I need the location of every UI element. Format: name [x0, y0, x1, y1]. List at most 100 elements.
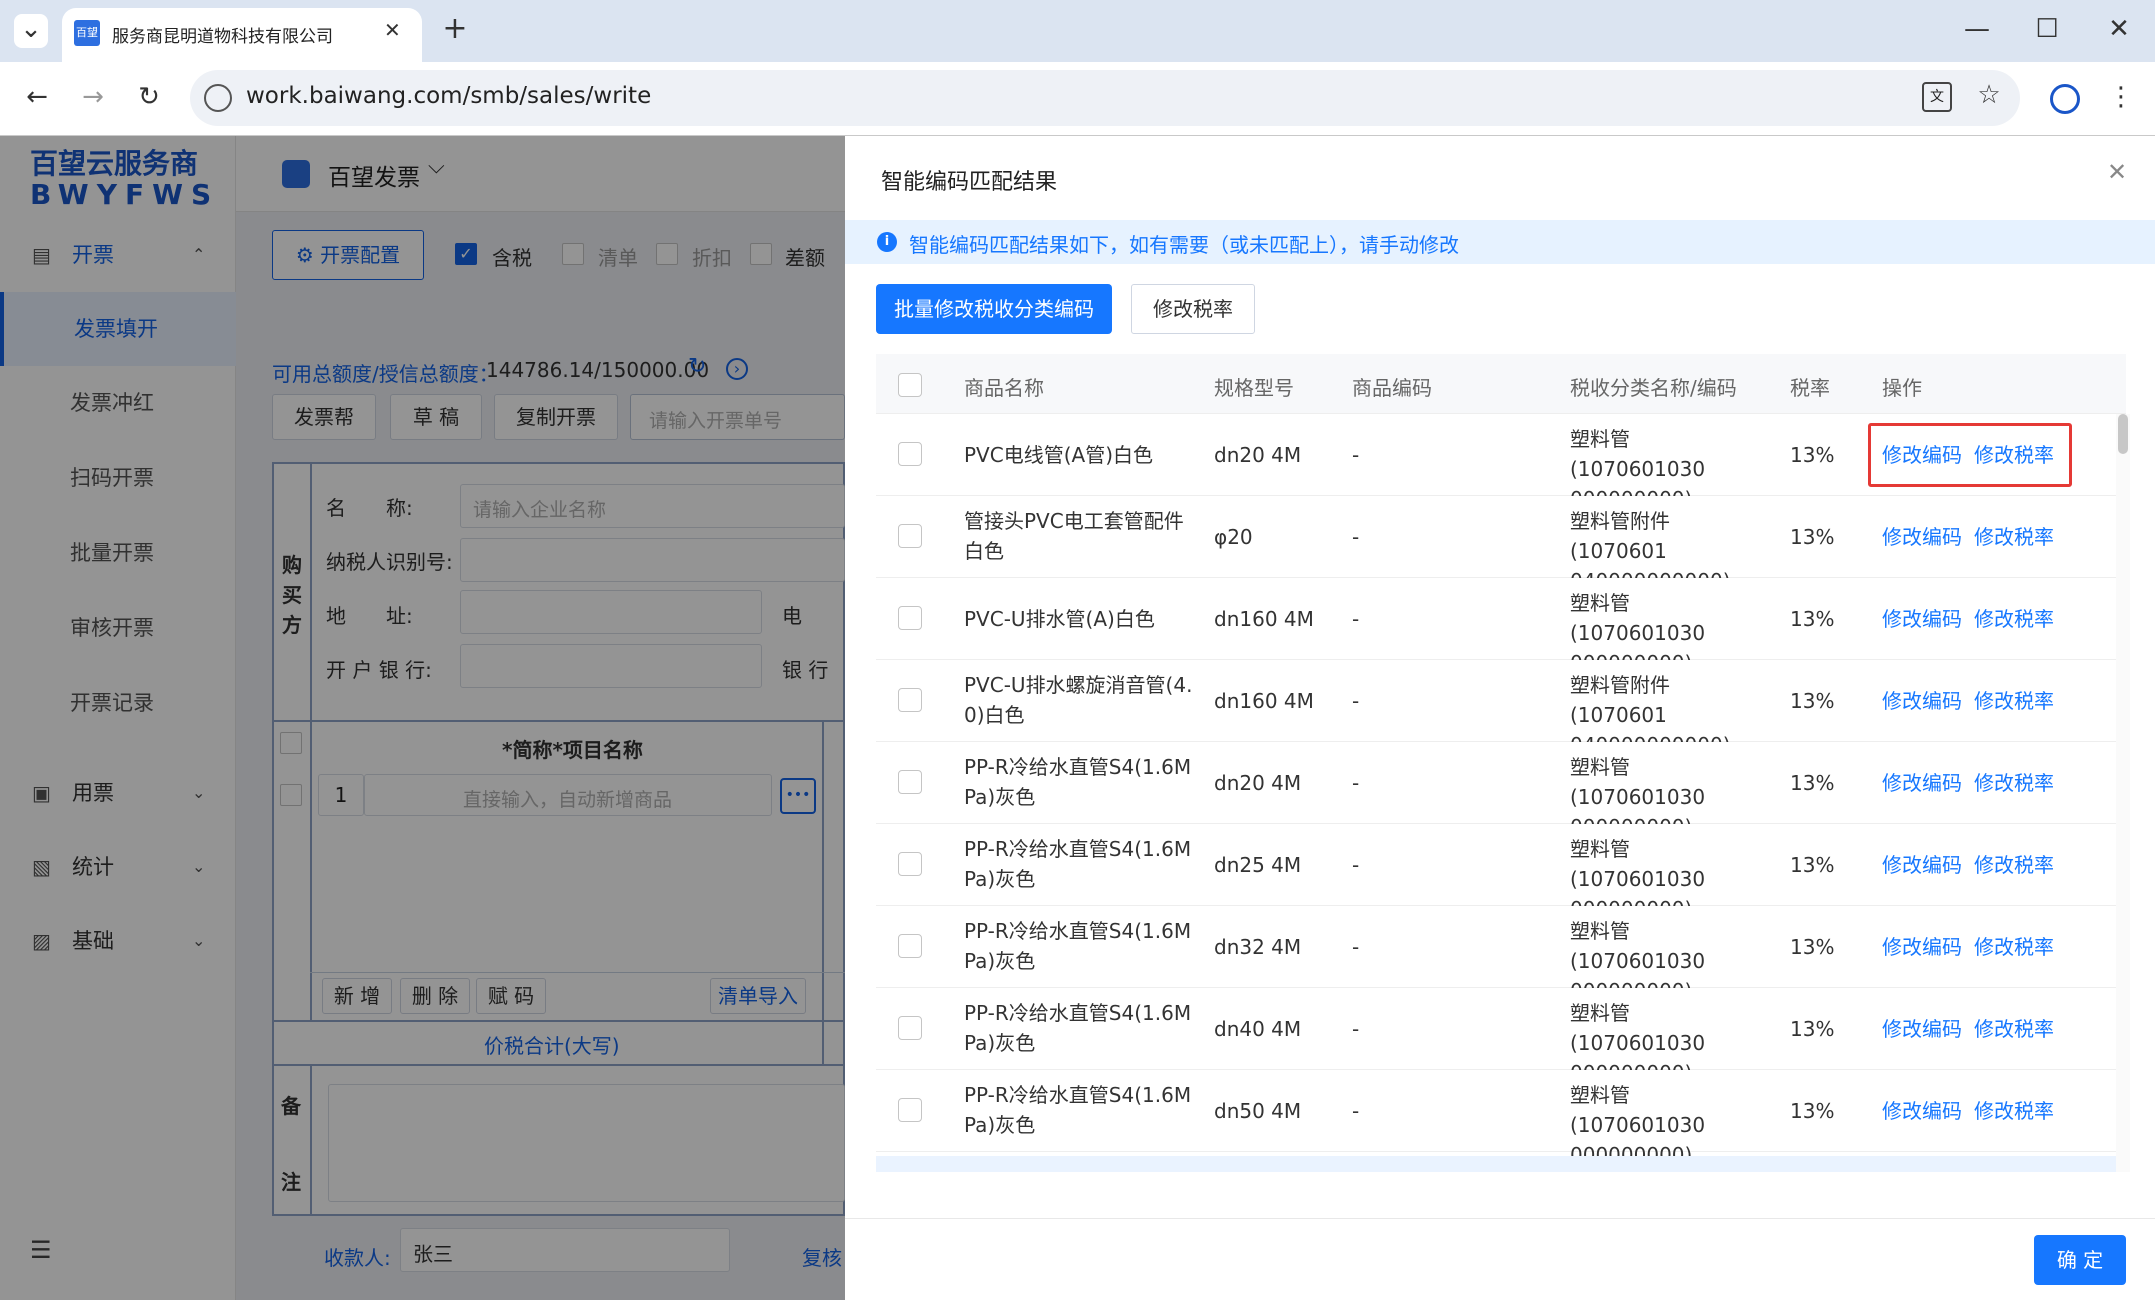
product-name: PP-R冷给水直管S4(1.6M Pa)灰色 — [964, 1083, 1192, 1137]
window-close-button[interactable]: ✕ — [2102, 14, 2136, 48]
tax-rate: 13% — [1790, 935, 1835, 959]
edit-rate-link[interactable]: 修改税率 — [1974, 768, 2054, 798]
edit-code-link[interactable]: 修改编码 — [1882, 1096, 1962, 1126]
edit-rate-link[interactable]: 修改税率 — [1974, 522, 2054, 552]
product-name: PVC电线管(A管)白色 — [964, 443, 1153, 467]
close-icon[interactable]: ✕ — [2107, 158, 2127, 186]
product-spec: φ20 — [1214, 525, 1253, 549]
info-alert: i 智能编码匹配结果如下，如有需要（或未匹配上），请手动修改 — [845, 220, 2155, 264]
tax-rate: 13% — [1790, 443, 1835, 467]
product-spec: dn20 4M — [1214, 443, 1302, 467]
new-tab-button[interactable]: + — [438, 14, 472, 48]
product-spec: dn40 4M — [1214, 1017, 1302, 1041]
forward-button[interactable]: → — [76, 82, 110, 116]
col-spec: 规格型号 — [1214, 376, 1294, 400]
table-row: PP-R冷给水直管S4(1.6M Pa)灰色 dn20 4M - 塑料管(1070601… — [876, 742, 2116, 839]
profile-icon[interactable] — [2050, 84, 2080, 114]
product-code: - — [1352, 935, 1360, 959]
product-name: PP-R冷给水直管S4(1.6M Pa)灰色 — [964, 919, 1192, 973]
product-name: PP-R冷给水直管S4(1.6M Pa)灰色 — [964, 837, 1192, 891]
modal-mask[interactable] — [0, 136, 845, 1300]
tax-rate: 13% — [1790, 853, 1835, 877]
product-name: PVC-U排水管(A)白色 — [964, 607, 1155, 631]
table-scrollbar[interactable] — [2116, 414, 2130, 1172]
minimize-button[interactable]: — — [1960, 14, 1994, 48]
scrollbar-thumb[interactable] — [2118, 414, 2128, 454]
tax-rate: 13% — [1790, 607, 1835, 631]
product-code: - — [1352, 607, 1360, 631]
col-actions: 操作 — [1882, 376, 1922, 400]
edit-code-link[interactable]: 修改编码 — [1882, 522, 1962, 552]
edit-rate-link[interactable]: 修改税率 — [1974, 850, 2054, 880]
table-row: PP-R冷给水直管S4(1.6M Pa)灰色 dn32 4M - 塑料管(1070601… — [876, 906, 2116, 1003]
product-code: - — [1352, 525, 1360, 549]
tax-rate: 13% — [1790, 771, 1835, 795]
product-spec: dn160 4M — [1214, 689, 1314, 713]
tab-close-icon[interactable]: ✕ — [384, 18, 401, 42]
tab-favicon-icon: 百望 — [74, 20, 100, 46]
browser-menu-icon[interactable]: ⋮ — [2104, 82, 2138, 116]
row-checkbox[interactable] — [898, 852, 922, 876]
table-row: PVC-U排水管(A)白色dn160 4M-塑料管(10706010300000… — [876, 578, 2116, 675]
edit-code-link[interactable]: 修改编码 — [1882, 604, 1962, 634]
edit-rate-link[interactable]: 修改税率 — [1974, 1096, 2054, 1126]
edit-rate-link[interactable]: 修改税率 — [1974, 604, 2054, 634]
product-spec: dn25 4M — [1214, 853, 1302, 877]
row-checkbox[interactable] — [898, 1098, 922, 1122]
browser-tab[interactable]: 百望 服务商昆明道物科技有限公司 ✕ — [62, 8, 422, 62]
table-row: PP-R冷给水直管S4(1.6M Pa)灰色 dn25 4M - 塑料管(1070601… — [876, 824, 2116, 921]
batch-edit-code-button[interactable]: 批量修改税收分类编码 — [876, 284, 1112, 334]
confirm-button[interactable]: 确 定 — [2034, 1235, 2126, 1285]
edit-code-link[interactable]: 修改编码 — [1882, 1014, 1962, 1044]
col-tax-category: 税收分类名称/编码 — [1570, 376, 1737, 400]
edit-code-link[interactable]: 修改编码 — [1882, 932, 1962, 962]
row-checkbox[interactable] — [898, 524, 922, 548]
row-checkbox[interactable] — [898, 770, 922, 794]
product-spec: dn50 4M — [1214, 1099, 1302, 1123]
product-code: - — [1352, 443, 1360, 467]
row-checkbox[interactable] — [898, 1016, 922, 1040]
table-header: 商品名称 规格型号 商品编码 税收分类名称/编码 税率 操作 — [876, 354, 2126, 414]
site-info-icon[interactable] — [204, 84, 232, 112]
edit-code-link[interactable]: 修改编码 — [1882, 850, 1962, 880]
table-row: PP-R冷给水直管S4(1.6M Pa)灰色 dn40 4M - 塑料管(1070601… — [876, 988, 2116, 1085]
row-checkbox[interactable] — [898, 688, 922, 712]
product-name: PP-R冷给水直管S4(1.6M Pa)灰色 — [964, 755, 1192, 809]
edit-rate-link[interactable]: 修改税率 — [1974, 1014, 2054, 1044]
product-spec: dn32 4M — [1214, 935, 1302, 959]
table-row: PP-R冷给水直管S4(1.6M Pa)灰色 dn50 4M - 塑料管(1070601… — [876, 1070, 2116, 1167]
col-product-name: 商品名称 — [964, 376, 1044, 400]
drawer-title: 智能编码匹配结果 — [881, 170, 1058, 195]
product-name: 管接头PVC电工套管配件 白色 — [964, 509, 1184, 563]
row-checkbox[interactable] — [898, 606, 922, 630]
table-row: PVC-U排水螺旋消音管(4. 0)白色 dn160 4M - 塑料管附件(107060… — [876, 660, 2116, 757]
edit-rate-link[interactable]: 修改税率 — [1974, 686, 2054, 716]
select-all-checkbox[interactable] — [898, 373, 922, 397]
reload-button[interactable]: ↻ — [132, 82, 166, 116]
product-code: - — [1352, 689, 1360, 713]
tax-rate: 13% — [1790, 525, 1835, 549]
info-icon: i — [877, 232, 897, 252]
edit-rate-button[interactable]: 修改税率 — [1131, 284, 1255, 334]
edit-rate-link[interactable]: 修改税率 — [1974, 932, 2054, 962]
product-spec: dn20 4M — [1214, 771, 1302, 795]
row-checkbox[interactable] — [898, 934, 922, 958]
url-text[interactable]: work.baiwang.com/smb/sales/write — [246, 83, 651, 109]
bookmark-star-icon[interactable]: ☆ — [1972, 80, 2006, 114]
col-product-code: 商品编码 — [1352, 376, 1432, 400]
tab-title: 服务商昆明道物科技有限公司 — [112, 27, 333, 47]
tab-search-icon[interactable]: ⌄ — [14, 14, 48, 48]
edit-code-link[interactable]: 修改编码 — [1882, 768, 1962, 798]
browser-tab-bar: ⌄ 百望 服务商昆明道物科技有限公司 ✕ + — ☐ ✕ — [0, 0, 2155, 62]
address-bar[interactable]: work.baiwang.com/smb/sales/write 文 ☆ — [190, 70, 2020, 126]
maximize-button[interactable]: ☐ — [2030, 14, 2064, 48]
back-button[interactable]: ← — [20, 82, 54, 116]
row-checkbox[interactable] — [898, 442, 922, 466]
highlight-box — [1868, 423, 2072, 487]
product-code: - — [1352, 771, 1360, 795]
info-text: 智能编码匹配结果如下，如有需要（或未匹配上），请手动修改 — [909, 233, 1459, 257]
product-name: PP-R冷给水直管S4(1.6M Pa)灰色 — [964, 1001, 1192, 1055]
translate-icon[interactable]: 文 — [1922, 82, 1952, 112]
table-row: 管接头PVC电工套管配件白色φ20-塑料管附件(1070601040000000… — [876, 496, 2116, 593]
edit-code-link[interactable]: 修改编码 — [1882, 686, 1962, 716]
